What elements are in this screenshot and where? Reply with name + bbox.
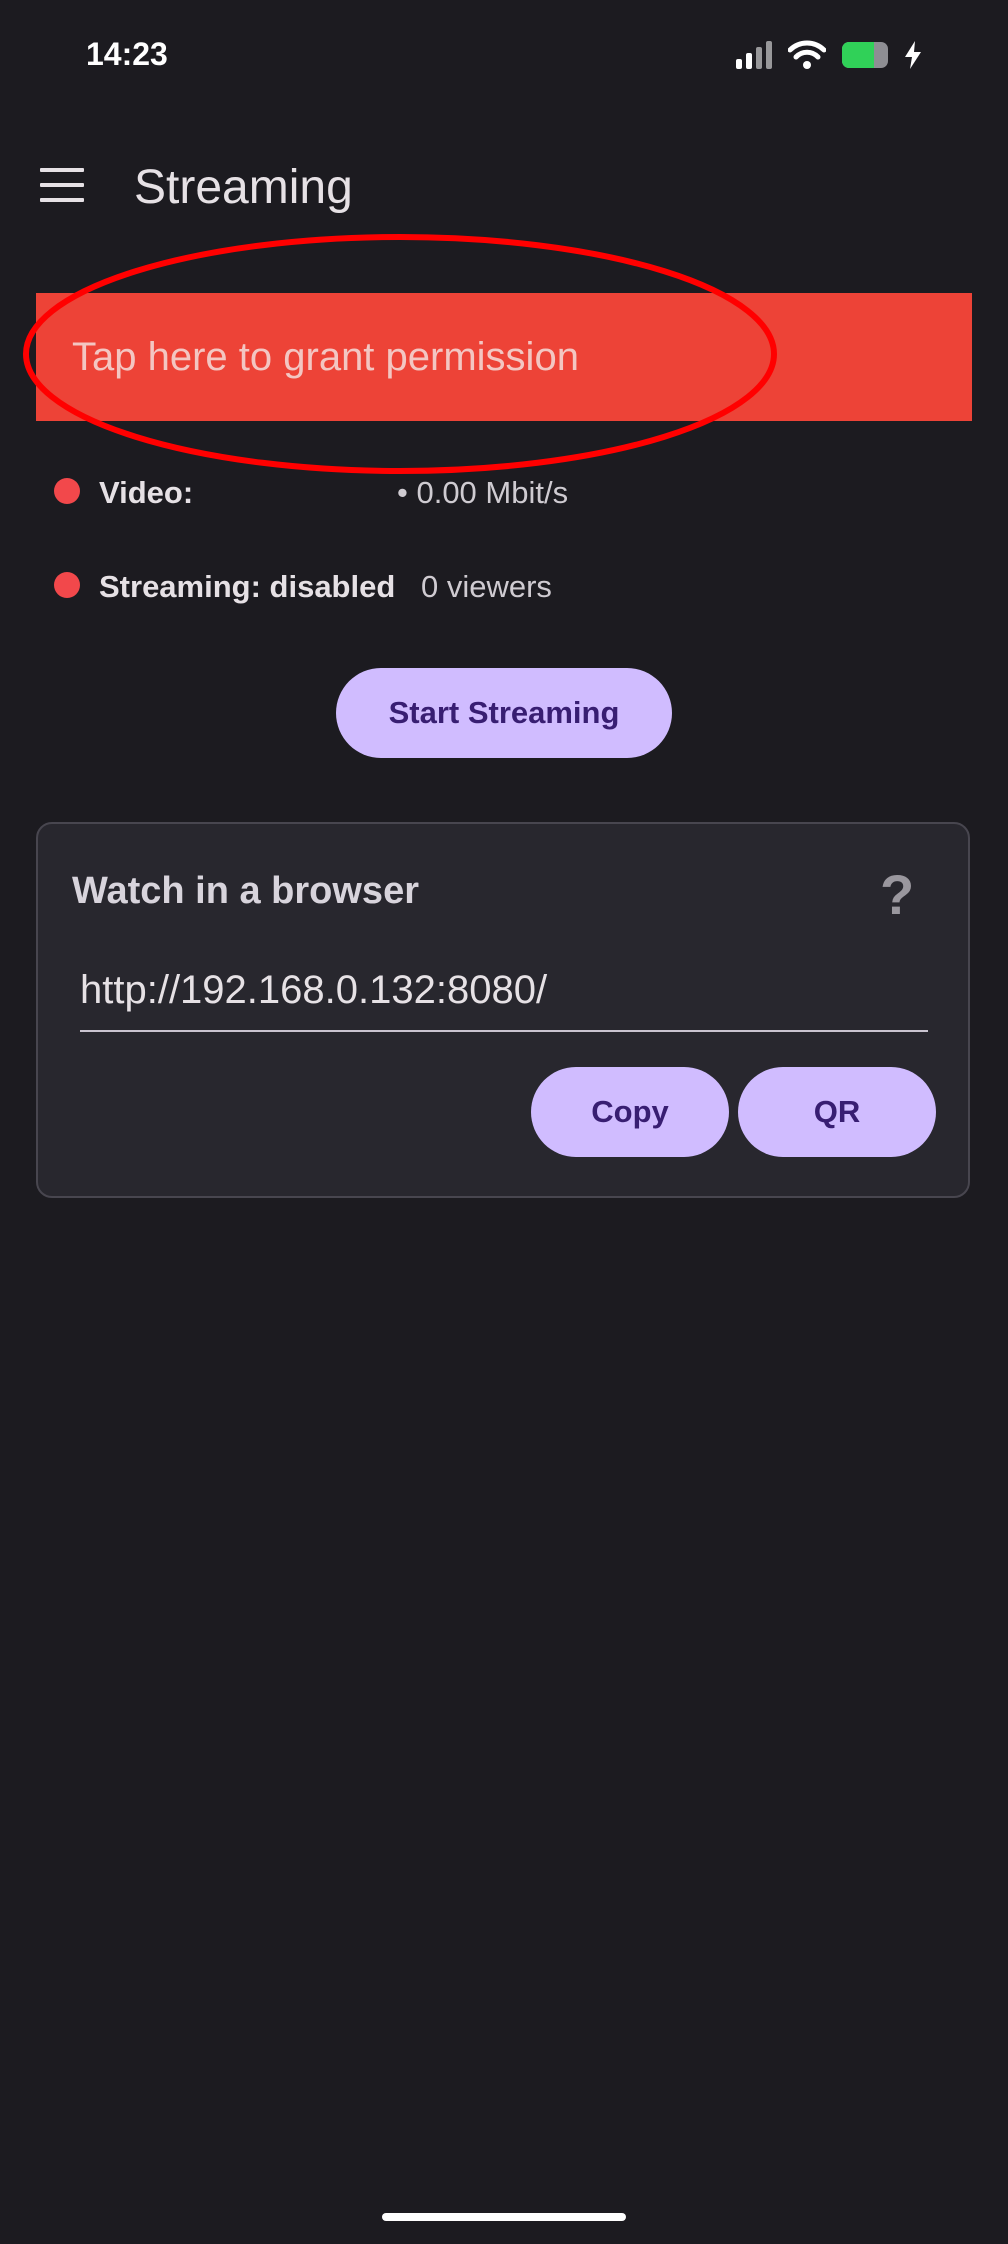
grant-permission-label: Tap here to grant permission	[72, 334, 579, 379]
streaming-status-indicator	[54, 572, 80, 598]
stream-url-field[interactable]: http://192.168.0.132:8080/	[80, 968, 928, 1032]
copy-button[interactable]: Copy	[531, 1067, 729, 1157]
charging-bolt-icon	[905, 41, 921, 69]
status-time: 14:23	[86, 36, 168, 72]
browser-card-title: Watch in a browser	[72, 870, 419, 912]
video-bitrate: • 0.00 Mbit/s	[397, 475, 569, 510]
status-icons	[736, 40, 922, 70]
qr-button[interactable]: QR	[738, 1067, 936, 1157]
streaming-status-label: Streaming: disabled	[99, 569, 396, 604]
home-indicator[interactable]	[382, 2213, 626, 2221]
help-icon[interactable]: ?	[880, 862, 914, 927]
signal-icon	[736, 41, 772, 69]
start-streaming-button[interactable]: Start Streaming	[336, 668, 672, 758]
battery-icon	[842, 42, 888, 68]
grant-permission-banner[interactable]: Tap here to grant permission	[36, 293, 972, 421]
video-label: Video:	[99, 475, 194, 510]
hamburger-menu-icon[interactable]	[40, 168, 84, 202]
wifi-icon	[788, 40, 826, 69]
viewers-count: 0 viewers	[421, 569, 552, 604]
page-title: Streaming	[134, 161, 353, 214]
video-status-indicator	[54, 478, 80, 504]
